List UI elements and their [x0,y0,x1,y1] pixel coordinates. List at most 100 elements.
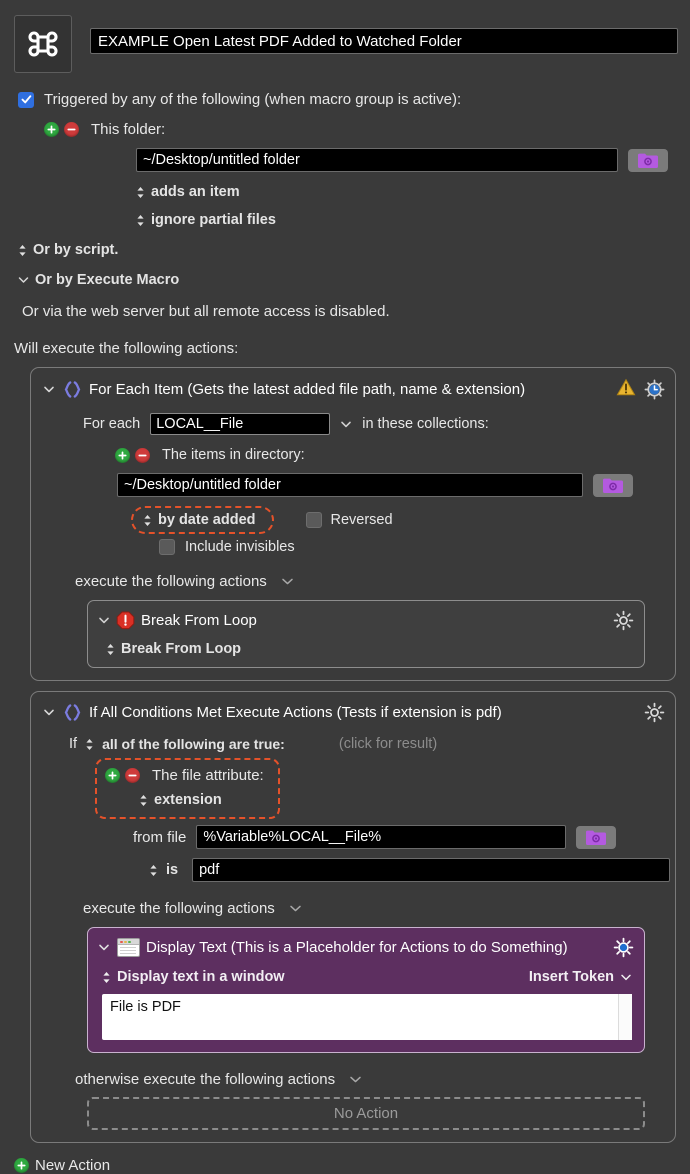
sort-order-label: by date added [158,512,256,528]
loop-execute-label-row[interactable]: execute the following actions [75,573,675,590]
gear-clock-icon[interactable] [644,379,665,400]
chevron-down-icon[interactable] [349,1075,362,1084]
if-execute-label: execute the following actions [83,900,275,917]
comparison-value-field[interactable]: pdf [192,858,671,882]
minus-circle-icon[interactable] [125,768,140,783]
warning-triangle-icon[interactable] [616,378,636,401]
directory-field[interactable]: ~/Desktop/untitled folder [117,473,583,497]
plus-circle-icon[interactable] [115,447,130,463]
file-attribute-condition-highlight[interactable]: The file attribute: extension [95,758,280,819]
items-in-directory-label: The items in directory: [162,447,305,463]
or-by-script-row[interactable]: Or by script. [18,242,690,258]
display-text-header-icons [613,937,634,958]
chevron-down-icon[interactable] [98,943,110,952]
display-text-mode-option[interactable]: Display text in a window [102,969,285,985]
stepper-icon [149,864,158,877]
folder-gear-icon[interactable] [593,473,633,497]
sort-order-highlight[interactable]: by date added [131,506,274,534]
click-for-result-label[interactable]: (click for result) [339,736,437,752]
items-controls [115,447,150,463]
if-block-header: If All Conditions Met Execute Actions (T… [31,702,675,723]
window-icon [117,938,140,957]
if-block-title: If All Conditions Met Execute Actions (T… [89,704,502,721]
chevron-down-icon[interactable] [340,420,352,429]
file-attribute-value: extension [154,792,222,808]
if-execute-label-row[interactable]: execute the following actions [83,900,675,917]
new-action-label: New Action [35,1157,111,1174]
from-file-row: from file %Variable%LOCAL__File% [133,825,675,849]
otherwise-label: otherwise execute the following actions [75,1071,336,1088]
trigger-checkbox[interactable] [18,91,34,108]
new-action-button[interactable]: New Action [14,1157,690,1174]
plus-circle-icon[interactable] [44,122,59,137]
reversed-checkbox[interactable] [305,512,322,528]
for-each-variable-row: For each LOCAL__File in these collection… [83,413,675,435]
gear-icon[interactable] [613,937,634,958]
if-condition-mode[interactable]: all of the following are true: [102,736,285,752]
for-each-header: For Each Item (Gets the latest added fil… [31,378,675,401]
no-action-placeholder[interactable]: No Action [87,1097,645,1130]
stepper-icon [85,738,94,751]
gear-icon[interactable] [644,702,665,723]
trigger-enabled-row[interactable]: Triggered by any of the following (when … [18,91,690,108]
folder-gear-icon[interactable] [628,148,668,172]
from-file-field[interactable]: %Variable%LOCAL__File% [196,825,567,849]
for-each-item-action[interactable]: For Each Item (Gets the latest added fil… [30,367,676,681]
trigger-event-option[interactable]: adds an item [136,184,690,200]
insert-token-button[interactable]: Insert Token [529,969,632,985]
chevron-down-icon[interactable] [281,577,294,586]
macro-title-text: EXAMPLE Open Latest PDF Added to Watched… [98,32,462,50]
web-server-note: Or via the web server but all remote acc… [22,303,390,320]
trigger-partial-option[interactable]: ignore partial files [136,212,690,228]
if-all-conditions-action[interactable]: If All Conditions Met Execute Actions (T… [30,691,676,1143]
macro-title-field[interactable]: EXAMPLE Open Latest PDF Added to Watched… [90,28,678,54]
gear-icon[interactable] [613,610,634,631]
display-text-action[interactable]: Display Text (This is a Placeholder for … [87,927,645,1053]
plus-circle-icon[interactable] [105,768,120,783]
reversed-label: Reversed [330,512,393,528]
file-attribute-row: The file attribute: [105,767,264,784]
stepper-icon [136,186,145,199]
break-from-loop-option[interactable]: Break From Loop [106,641,644,657]
include-invisibles-option[interactable]: Include invisibles [159,539,675,555]
for-each-variable-field[interactable]: LOCAL__File [150,413,331,435]
folder-trigger-label: This folder: [91,121,166,138]
display-text-scrollbar[interactable] [618,994,632,1040]
chevron-down-icon[interactable] [43,708,55,717]
display-text-options-row: Display text in a window Insert Token [102,969,632,985]
stepper-icon [136,214,145,227]
directory-value: ~/Desktop/untitled folder [124,477,281,493]
or-by-execute-macro-row[interactable]: Or by Execute Macro [18,272,690,288]
trigger-event-label: adds an item [151,184,240,200]
chevron-down-icon[interactable] [98,616,110,625]
trigger-path-field[interactable]: ~/Desktop/untitled folder [136,148,618,172]
folder-gear-icon[interactable] [576,825,617,849]
loop-execute-label: execute the following actions [75,573,267,590]
break-from-loop-option-label: Break From Loop [121,641,242,657]
include-invisibles-checkbox[interactable] [159,539,175,555]
minus-circle-icon[interactable] [64,122,79,137]
display-text-input[interactable]: File is PDF [102,994,632,1040]
curly-braces-icon [63,380,82,399]
stop-exclamation-icon [116,611,135,630]
if-block-header-icons [644,702,665,723]
curly-braces-icon [63,703,82,722]
plus-circle-icon [14,1158,29,1173]
comparison-operator[interactable]: is [166,862,178,878]
chevron-down-icon[interactable] [43,385,55,394]
or-by-execute-macro-label: Or by Execute Macro [35,272,180,288]
file-attribute-option[interactable]: extension [139,792,264,808]
stepper-icon [102,971,111,984]
if-label: If [69,736,78,752]
minus-circle-icon[interactable] [135,447,150,463]
for-each-header-icons [616,378,665,401]
insert-token-label: Insert Token [528,969,614,985]
chevron-down-icon[interactable] [289,904,302,913]
comparison-row: is pdf [149,858,675,882]
file-attribute-label: The file attribute: [152,767,264,784]
sort-options-row: by date added Reversed [131,506,675,534]
break-from-loop-action[interactable]: Break From Loop Break From Loop [87,600,645,668]
otherwise-label-row[interactable]: otherwise execute the following actions [75,1071,675,1088]
or-by-script-label: Or by script. [33,242,119,258]
reversed-option[interactable]: Reversed [305,512,393,528]
